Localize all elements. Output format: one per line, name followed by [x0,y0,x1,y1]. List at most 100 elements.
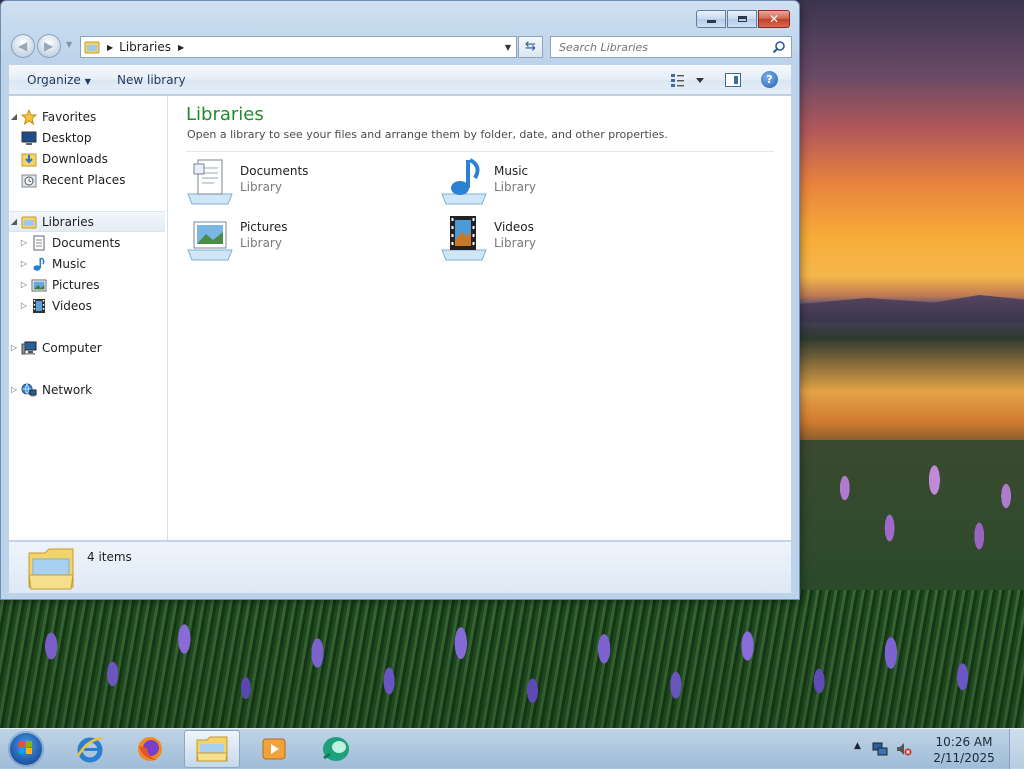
chevron-down-icon: ▼ [84,77,91,86]
tree-label: Downloads [42,151,108,166]
recent-places-icon [21,174,37,187]
collapsed-arrow-icon[interactable]: ▷ [9,385,19,394]
breadcrumb-arrow-icon[interactable]: ▶ [107,43,113,52]
library-type: Library [240,180,282,194]
tree-favorites[interactable]: ◢ Favorites [9,106,165,127]
taskbar-windows-explorer[interactable] [184,730,240,768]
back-button[interactable]: ◀ [11,34,35,58]
organize-menu[interactable]: Organize ▼ [27,65,91,95]
library-name: Pictures [240,220,288,234]
back-arrow-icon: ◀ [18,39,28,53]
collapsed-arrow-icon[interactable]: ▷ [19,238,29,247]
tree-label: Computer [42,340,102,355]
app-icon [323,737,349,761]
content-pane: Libraries Open a library to see your fil… [168,96,791,540]
pictures-icon [31,279,47,291]
taskbar: ▲ 10:26 AM 2/11/2025 [0,728,1024,769]
help-button[interactable]: ? [761,71,778,88]
wallpaper-flowers-right [800,440,1024,600]
library-videos[interactable]: Videos Library [440,214,660,264]
tree-label: Libraries [42,214,94,229]
collapsed-arrow-icon[interactable]: ▷ [19,259,29,268]
windows-logo-icon [19,741,33,755]
tree-libraries[interactable]: ◢ Libraries [9,211,165,232]
tree-documents[interactable]: ▷ Documents [19,232,167,253]
collapsed-arrow-icon[interactable]: ▷ [19,280,29,289]
taskbar-internet-explorer[interactable] [62,730,118,768]
tree-desktop[interactable]: Desktop [9,127,165,148]
search-icon[interactable] [772,40,786,54]
change-view-button[interactable] [670,72,706,88]
expanded-arrow-icon[interactable]: ◢ [9,217,19,226]
videos-library-icon [441,216,487,261]
tree-downloads[interactable]: Downloads [9,148,165,169]
breadcrumb-libraries[interactable]: Libraries [119,40,171,54]
library-name: Videos [494,220,534,234]
collapsed-arrow-icon[interactable]: ▷ [9,343,19,352]
search-input[interactable] [557,39,771,55]
clock-date: 2/11/2025 [933,751,995,765]
wallpaper-flowers [0,590,1024,730]
breadcrumb-arrow-icon[interactable]: ▶ [178,43,184,52]
tree-network[interactable]: ▷ Network [9,379,165,400]
new-library-button[interactable]: New library [117,65,186,95]
taskbar-app[interactable] [308,730,364,768]
taskbar-firefox[interactable] [122,730,178,768]
preview-pane-button[interactable] [725,73,741,87]
tree-label: Desktop [42,130,92,145]
pictures-library-icon [187,221,233,261]
navigation-bar: ◀ ▶ ▼ ▶ Libraries ▶ ▼ ⇆ [10,34,792,59]
refresh-icon: ⇆ [525,39,536,54]
clock[interactable]: 10:26 AM 2/11/2025 [926,734,1002,766]
documents-icon [33,235,45,250]
minimize-button[interactable] [696,10,726,28]
network-icon [21,383,37,396]
tree-pictures[interactable]: ▷ Pictures [19,274,167,295]
volume-muted-icon[interactable] [896,741,912,757]
tree-recent-places[interactable]: Recent Places [9,169,165,190]
library-type: Library [240,236,282,250]
tree-computer[interactable]: ▷ Computer [9,337,165,358]
page-title: Libraries [186,104,264,125]
show-hidden-icons-button[interactable]: ▲ [854,741,861,751]
collapsed-arrow-icon[interactable]: ▷ [19,301,29,310]
address-bar[interactable]: ▶ Libraries ▶ ▼ [80,36,517,58]
network-status-icon[interactable] [872,741,888,757]
forward-button[interactable]: ▶ [37,34,61,58]
address-dropdown-icon[interactable]: ▼ [505,43,511,52]
explorer-window: ✕ ◀ ▶ ▼ ▶ Libraries ▶ ▼ ⇆ Organize▼ New … [0,0,800,600]
show-desktop-button[interactable] [1009,729,1024,769]
organize-label: Organize [27,73,81,87]
library-pictures[interactable]: Pictures Library [186,214,406,264]
start-button[interactable] [8,731,44,767]
tree-music[interactable]: ▷ Music [19,253,167,274]
tree-label: Documents [52,235,121,250]
library-music[interactable]: Music Library [440,158,660,208]
search-box[interactable] [550,36,792,58]
close-button[interactable]: ✕ [758,10,790,28]
downloads-icon [21,153,37,166]
tree-label: Videos [52,298,92,313]
expanded-arrow-icon[interactable]: ◢ [9,112,19,121]
tree-label: Network [42,382,93,397]
libraries-icon [84,41,100,54]
taskbar-media-player[interactable] [246,730,302,768]
tree-videos[interactable]: ▷ Videos [19,295,167,316]
tree-label: Pictures [52,277,100,292]
refresh-button[interactable]: ⇆ [518,36,543,58]
forward-arrow-icon: ▶ [44,39,54,53]
computer-icon [21,341,37,354]
star-icon [21,108,37,125]
music-icon [33,256,45,271]
tree-label: Music [52,256,87,271]
library-name: Music [494,164,529,178]
maximize-button[interactable] [727,10,757,28]
recent-pages-dropdown[interactable]: ▼ [66,40,72,49]
details-pane: 4 items [9,541,791,593]
maximize-icon [737,16,747,22]
navigation-pane: ◢ Favorites Desktop Downloads Recent Pla… [9,96,168,540]
library-documents[interactable]: Documents Library [186,158,406,208]
system-tray: ▲ 10:26 AM 2/11/2025 [854,729,1024,769]
libraries-icon [21,216,37,228]
library-name: Documents [240,164,309,178]
